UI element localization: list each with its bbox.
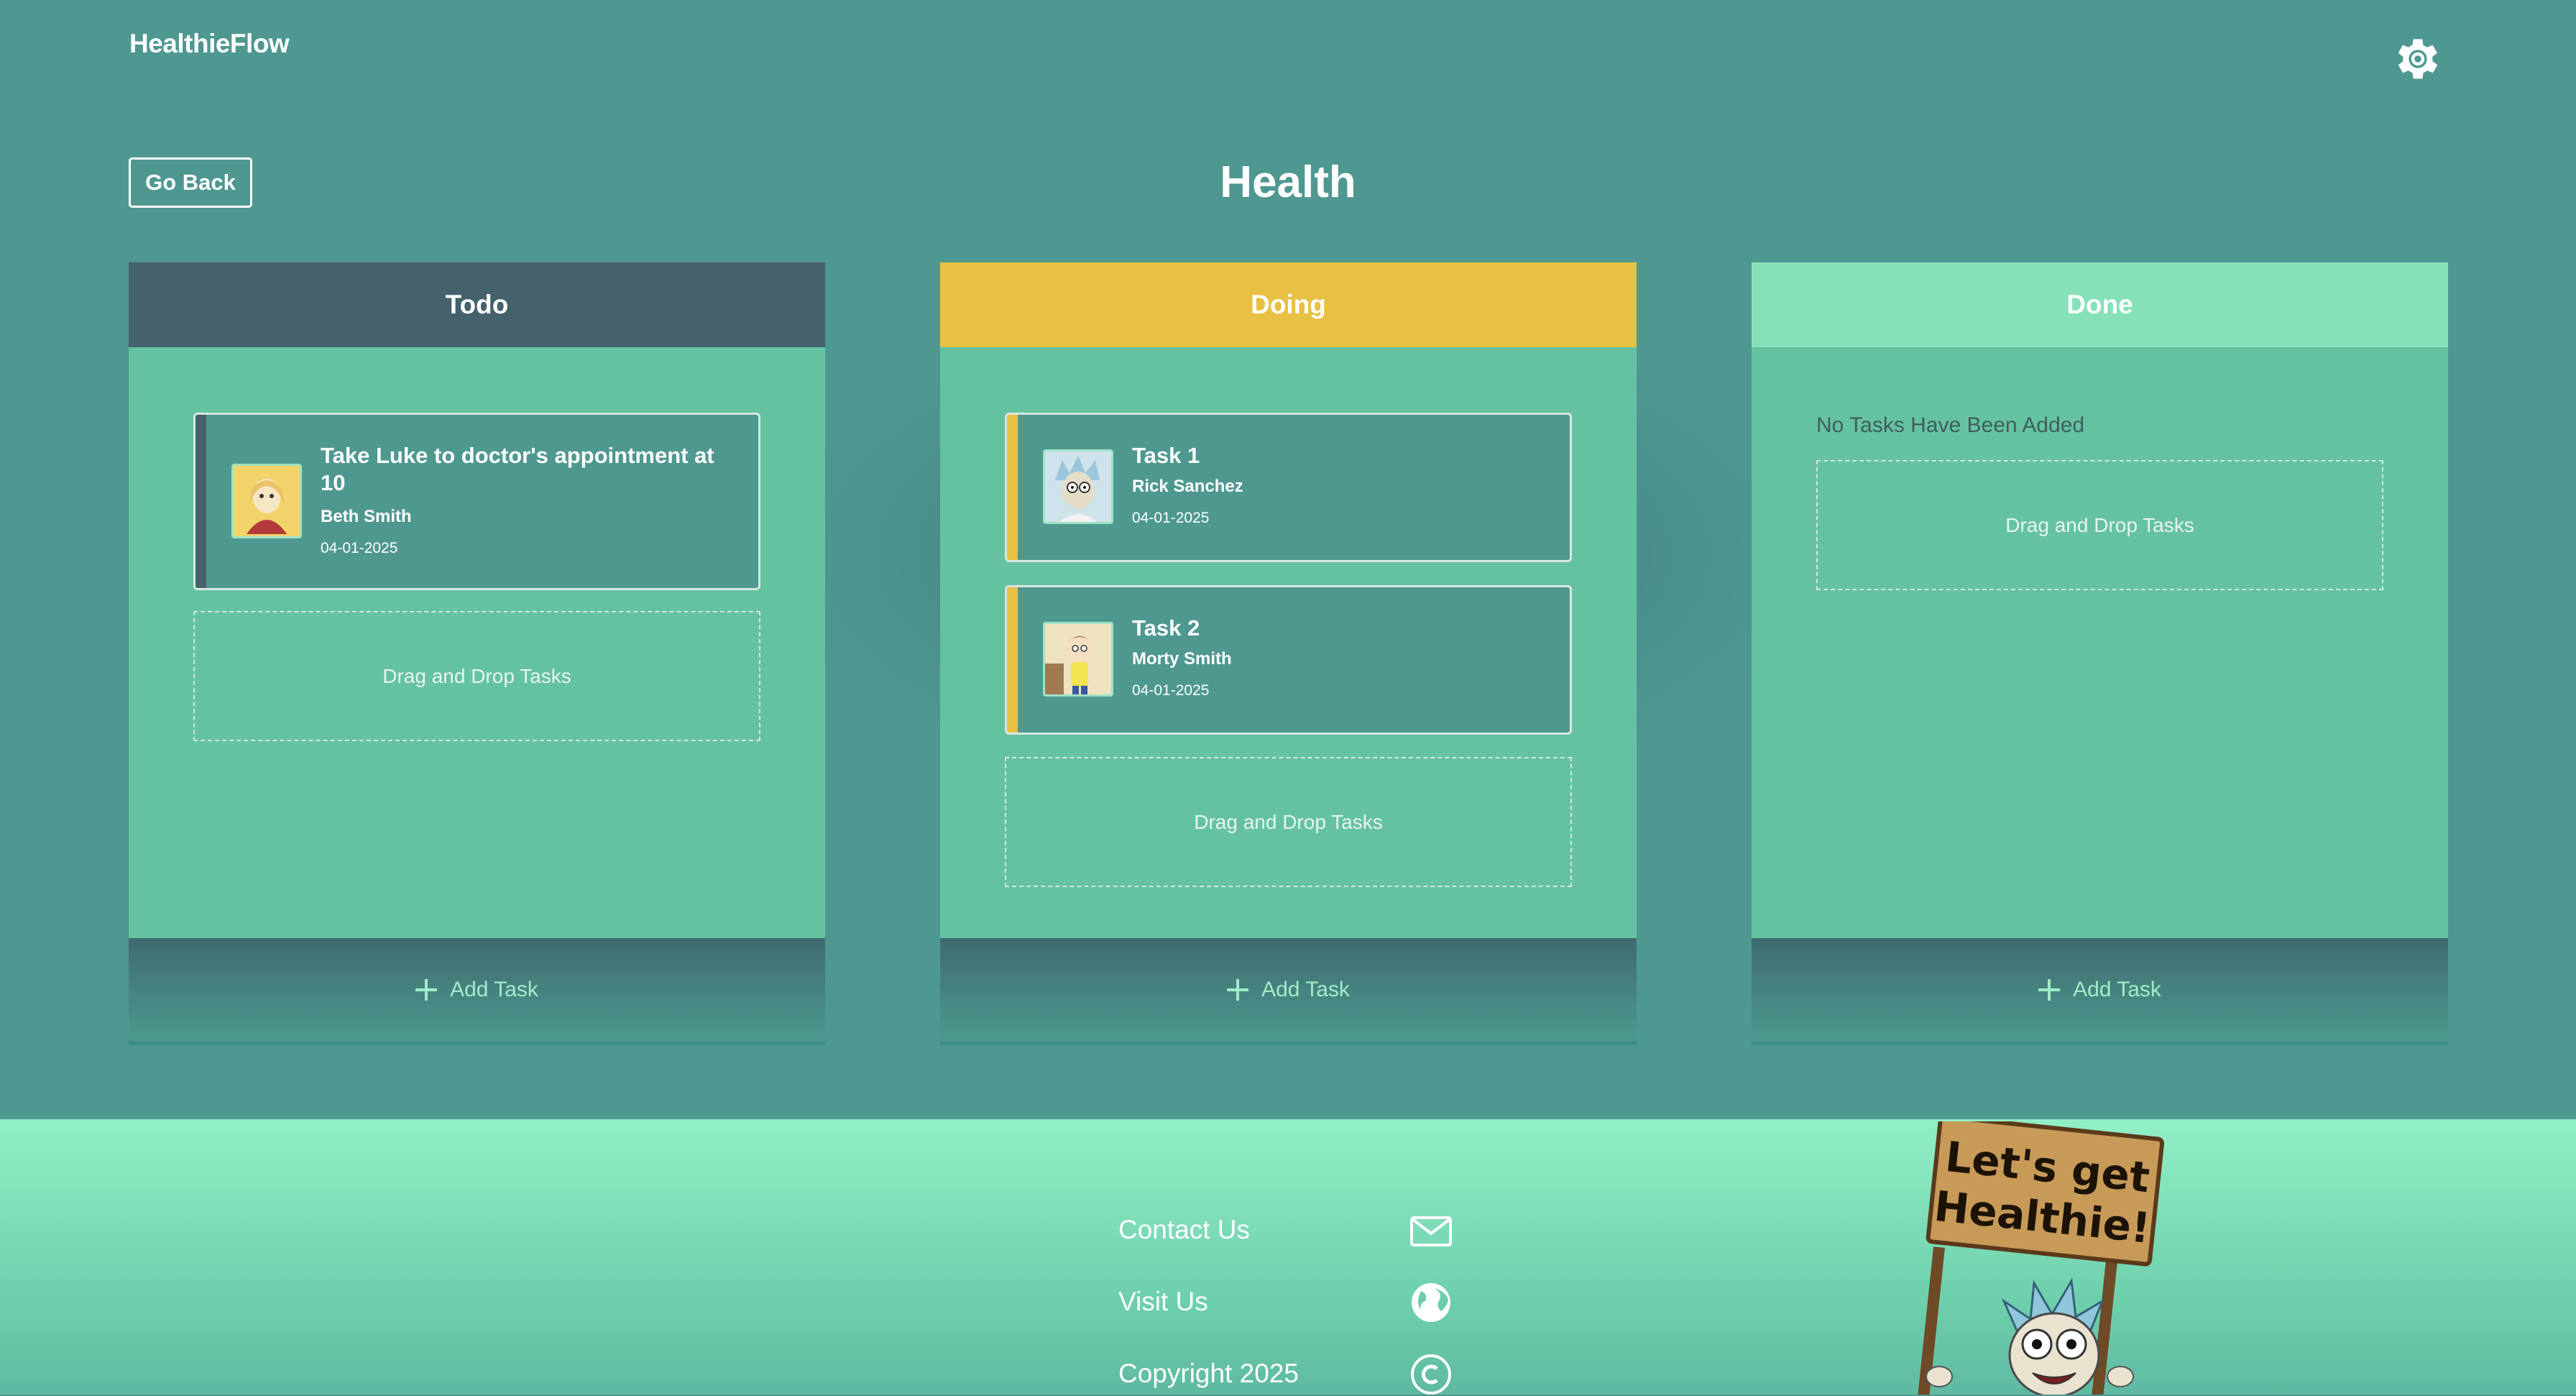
task-assignee: Beth Smith xyxy=(321,507,412,526)
mascot-sign-image: Let's get Healthie! xyxy=(1918,1121,2165,1395)
add-task-button-todo[interactable]: Add Task xyxy=(129,938,825,1045)
column-header-doing: Doing xyxy=(940,262,1637,347)
task-stripe xyxy=(1007,415,1018,560)
dropzone-doing[interactable]: Drag and Drop Tasks xyxy=(1005,757,1572,887)
column-done: Done No Tasks Have Been Added Drag and D… xyxy=(1752,262,2448,1045)
task-card[interactable]: Task 1 Rick Sanchez 04-01-2025 xyxy=(1005,413,1572,562)
avatar xyxy=(1043,622,1113,697)
footer-visit[interactable]: Visit Us xyxy=(1118,1281,1463,1324)
footer-contact[interactable]: Contact Us xyxy=(1118,1209,1463,1252)
task-title: Task 1 xyxy=(1132,443,1200,468)
add-task-label: Add Task xyxy=(2073,977,2161,1001)
task-assignee: Morty Smith xyxy=(1132,649,1232,669)
task-title: Task 2 xyxy=(1132,615,1200,640)
avatar xyxy=(1043,449,1113,524)
avatar xyxy=(231,464,302,538)
add-task-label: Add Task xyxy=(450,977,538,1001)
column-todo: Todo Take Luke to doctor's appointment a… xyxy=(129,262,825,1045)
task-card[interactable]: Take Luke to doctor's appointment at 10 … xyxy=(193,413,760,590)
add-task-button-doing[interactable]: Add Task xyxy=(940,938,1637,1045)
plus-icon xyxy=(415,978,438,1001)
task-date: 04-01-2025 xyxy=(1132,510,1210,526)
settings-gear-icon[interactable] xyxy=(2391,32,2445,86)
copyright-icon xyxy=(1411,1354,1451,1395)
plus-icon xyxy=(1227,978,1249,1001)
board-title: Health xyxy=(1220,157,1356,207)
plus-icon xyxy=(2038,978,2061,1001)
column-header-todo: Todo xyxy=(129,262,825,347)
dropzone-todo[interactable]: Drag and Drop Tasks xyxy=(193,611,760,741)
task-stripe xyxy=(1007,587,1018,733)
task-assignee: Rick Sanchez xyxy=(1132,477,1243,496)
empty-message: No Tasks Have Been Added xyxy=(1816,413,2085,437)
dropzone-done[interactable]: Drag and Drop Tasks xyxy=(1816,460,2383,590)
task-date: 04-01-2025 xyxy=(1132,682,1210,699)
task-stripe xyxy=(196,415,206,588)
column-doing: Doing Task 1 Rick Sanchez 04-01-2025 Tas… xyxy=(940,262,1637,1045)
copyright-text: Copyright 2025 xyxy=(1118,1359,1299,1388)
globe-icon[interactable] xyxy=(1409,1281,1453,1324)
add-task-button-done[interactable]: Add Task xyxy=(1752,938,2448,1045)
top-bar: HealthieFlow xyxy=(0,0,2576,115)
visit-link[interactable]: Visit Us xyxy=(1118,1287,1208,1317)
task-card[interactable]: Task 2 Morty Smith 04-01-2025 xyxy=(1005,585,1572,735)
column-header-done: Done xyxy=(1752,262,2448,347)
app-brand[interactable]: HealthieFlow xyxy=(129,29,290,59)
task-title: Take Luke to doctor's appointment at 10 xyxy=(321,443,714,495)
task-date: 04-01-2025 xyxy=(321,540,398,556)
mail-icon[interactable] xyxy=(1409,1209,1453,1252)
add-task-label: Add Task xyxy=(1261,977,1350,1001)
footer-copyright: Copyright 2025 xyxy=(1118,1353,1463,1396)
contact-link[interactable]: Contact Us xyxy=(1118,1215,1250,1245)
